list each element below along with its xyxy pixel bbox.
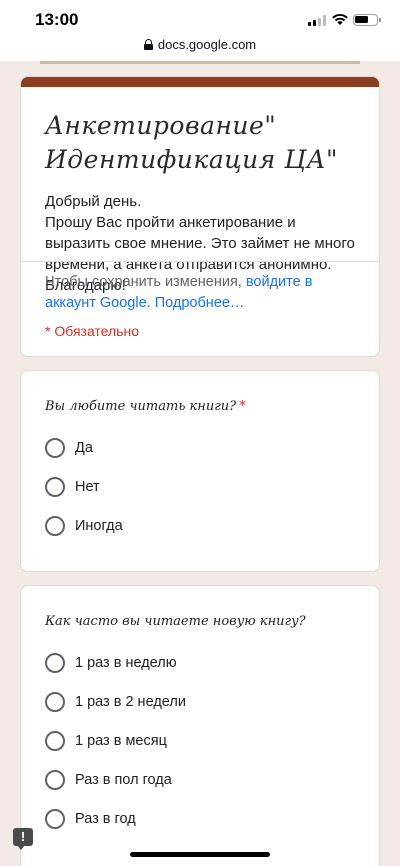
question-text: Вы любите читать книги? bbox=[45, 399, 237, 414]
question-title: Как часто вы читаете новую книгу? bbox=[21, 586, 379, 629]
address-bar[interactable]: docs.google.com bbox=[0, 36, 400, 61]
radio-option[interactable]: Раз в пол года bbox=[45, 760, 355, 799]
option-label: 1 раз в неделю bbox=[75, 654, 177, 671]
header-image bbox=[40, 61, 360, 64]
option-label: Раз в год bbox=[75, 810, 136, 827]
question-card: Как часто вы читаете новую книгу? 1 раз … bbox=[20, 585, 380, 866]
learn-more-link[interactable]: Подробнее… bbox=[151, 295, 245, 311]
accent-bar bbox=[21, 77, 379, 87]
radio-option[interactable]: 1 раз в неделю bbox=[45, 643, 355, 682]
radio-button[interactable] bbox=[45, 515, 65, 536]
question-title: Вы любите читать книги? * bbox=[21, 371, 379, 414]
radio-option[interactable]: 1 раз в месяц bbox=[45, 721, 355, 760]
radio-button[interactable] bbox=[45, 437, 65, 458]
option-label: Раз в пол года bbox=[75, 771, 172, 788]
feedback-icon[interactable]: ! bbox=[13, 828, 33, 850]
divider bbox=[21, 261, 379, 262]
status-bar: 13:00 bbox=[0, 0, 400, 36]
radio-option[interactable]: 1 раз в 2 недели bbox=[45, 682, 355, 721]
radio-button[interactable] bbox=[45, 769, 65, 790]
wifi-icon bbox=[332, 13, 348, 25]
option-label: Иногда bbox=[75, 517, 123, 534]
home-indicator[interactable] bbox=[130, 852, 270, 857]
form-header-card: Анкетирование" Идентификация ЦА" Добрый … bbox=[20, 76, 380, 357]
radio-option[interactable]: Да bbox=[45, 428, 355, 467]
battery-icon bbox=[353, 14, 381, 26]
question-card: Вы любите читать книги? * Да Нет Иногда bbox=[20, 370, 380, 572]
radio-option[interactable]: Раз в год bbox=[45, 799, 355, 838]
radio-option[interactable]: Нет bbox=[45, 467, 355, 506]
option-label: 1 раз в месяц bbox=[75, 732, 167, 749]
option-label: Да bbox=[75, 439, 93, 456]
status-time: 13:00 bbox=[35, 10, 79, 29]
options-list: Да Нет Иногда bbox=[21, 414, 379, 545]
cellular-signal-icon bbox=[308, 15, 326, 26]
radio-button[interactable] bbox=[45, 652, 65, 673]
signin-text: Чтобы сохранить изменения, bbox=[45, 274, 246, 290]
radio-option[interactable]: Иногда bbox=[45, 506, 355, 545]
url-text: docs.google.com bbox=[157, 37, 257, 52]
required-star: * bbox=[239, 399, 246, 414]
option-label: Нет bbox=[75, 478, 100, 495]
radio-button[interactable] bbox=[45, 808, 65, 829]
options-list: 1 раз в неделю 1 раз в 2 недели 1 раз в … bbox=[21, 629, 379, 838]
lock-icon bbox=[143, 39, 153, 50]
question-text: Как часто вы читаете новую книгу? bbox=[45, 614, 306, 629]
radio-button[interactable] bbox=[45, 730, 65, 751]
signin-notice: Чтобы сохранить изменения, войдите в акк… bbox=[45, 272, 345, 314]
form-title: Анкетирование" Идентификация ЦА" bbox=[45, 111, 338, 174]
radio-button[interactable] bbox=[45, 476, 65, 497]
option-label: 1 раз в 2 недели bbox=[75, 693, 186, 710]
required-note: * Обязательно bbox=[45, 323, 139, 339]
radio-button[interactable] bbox=[45, 691, 65, 712]
